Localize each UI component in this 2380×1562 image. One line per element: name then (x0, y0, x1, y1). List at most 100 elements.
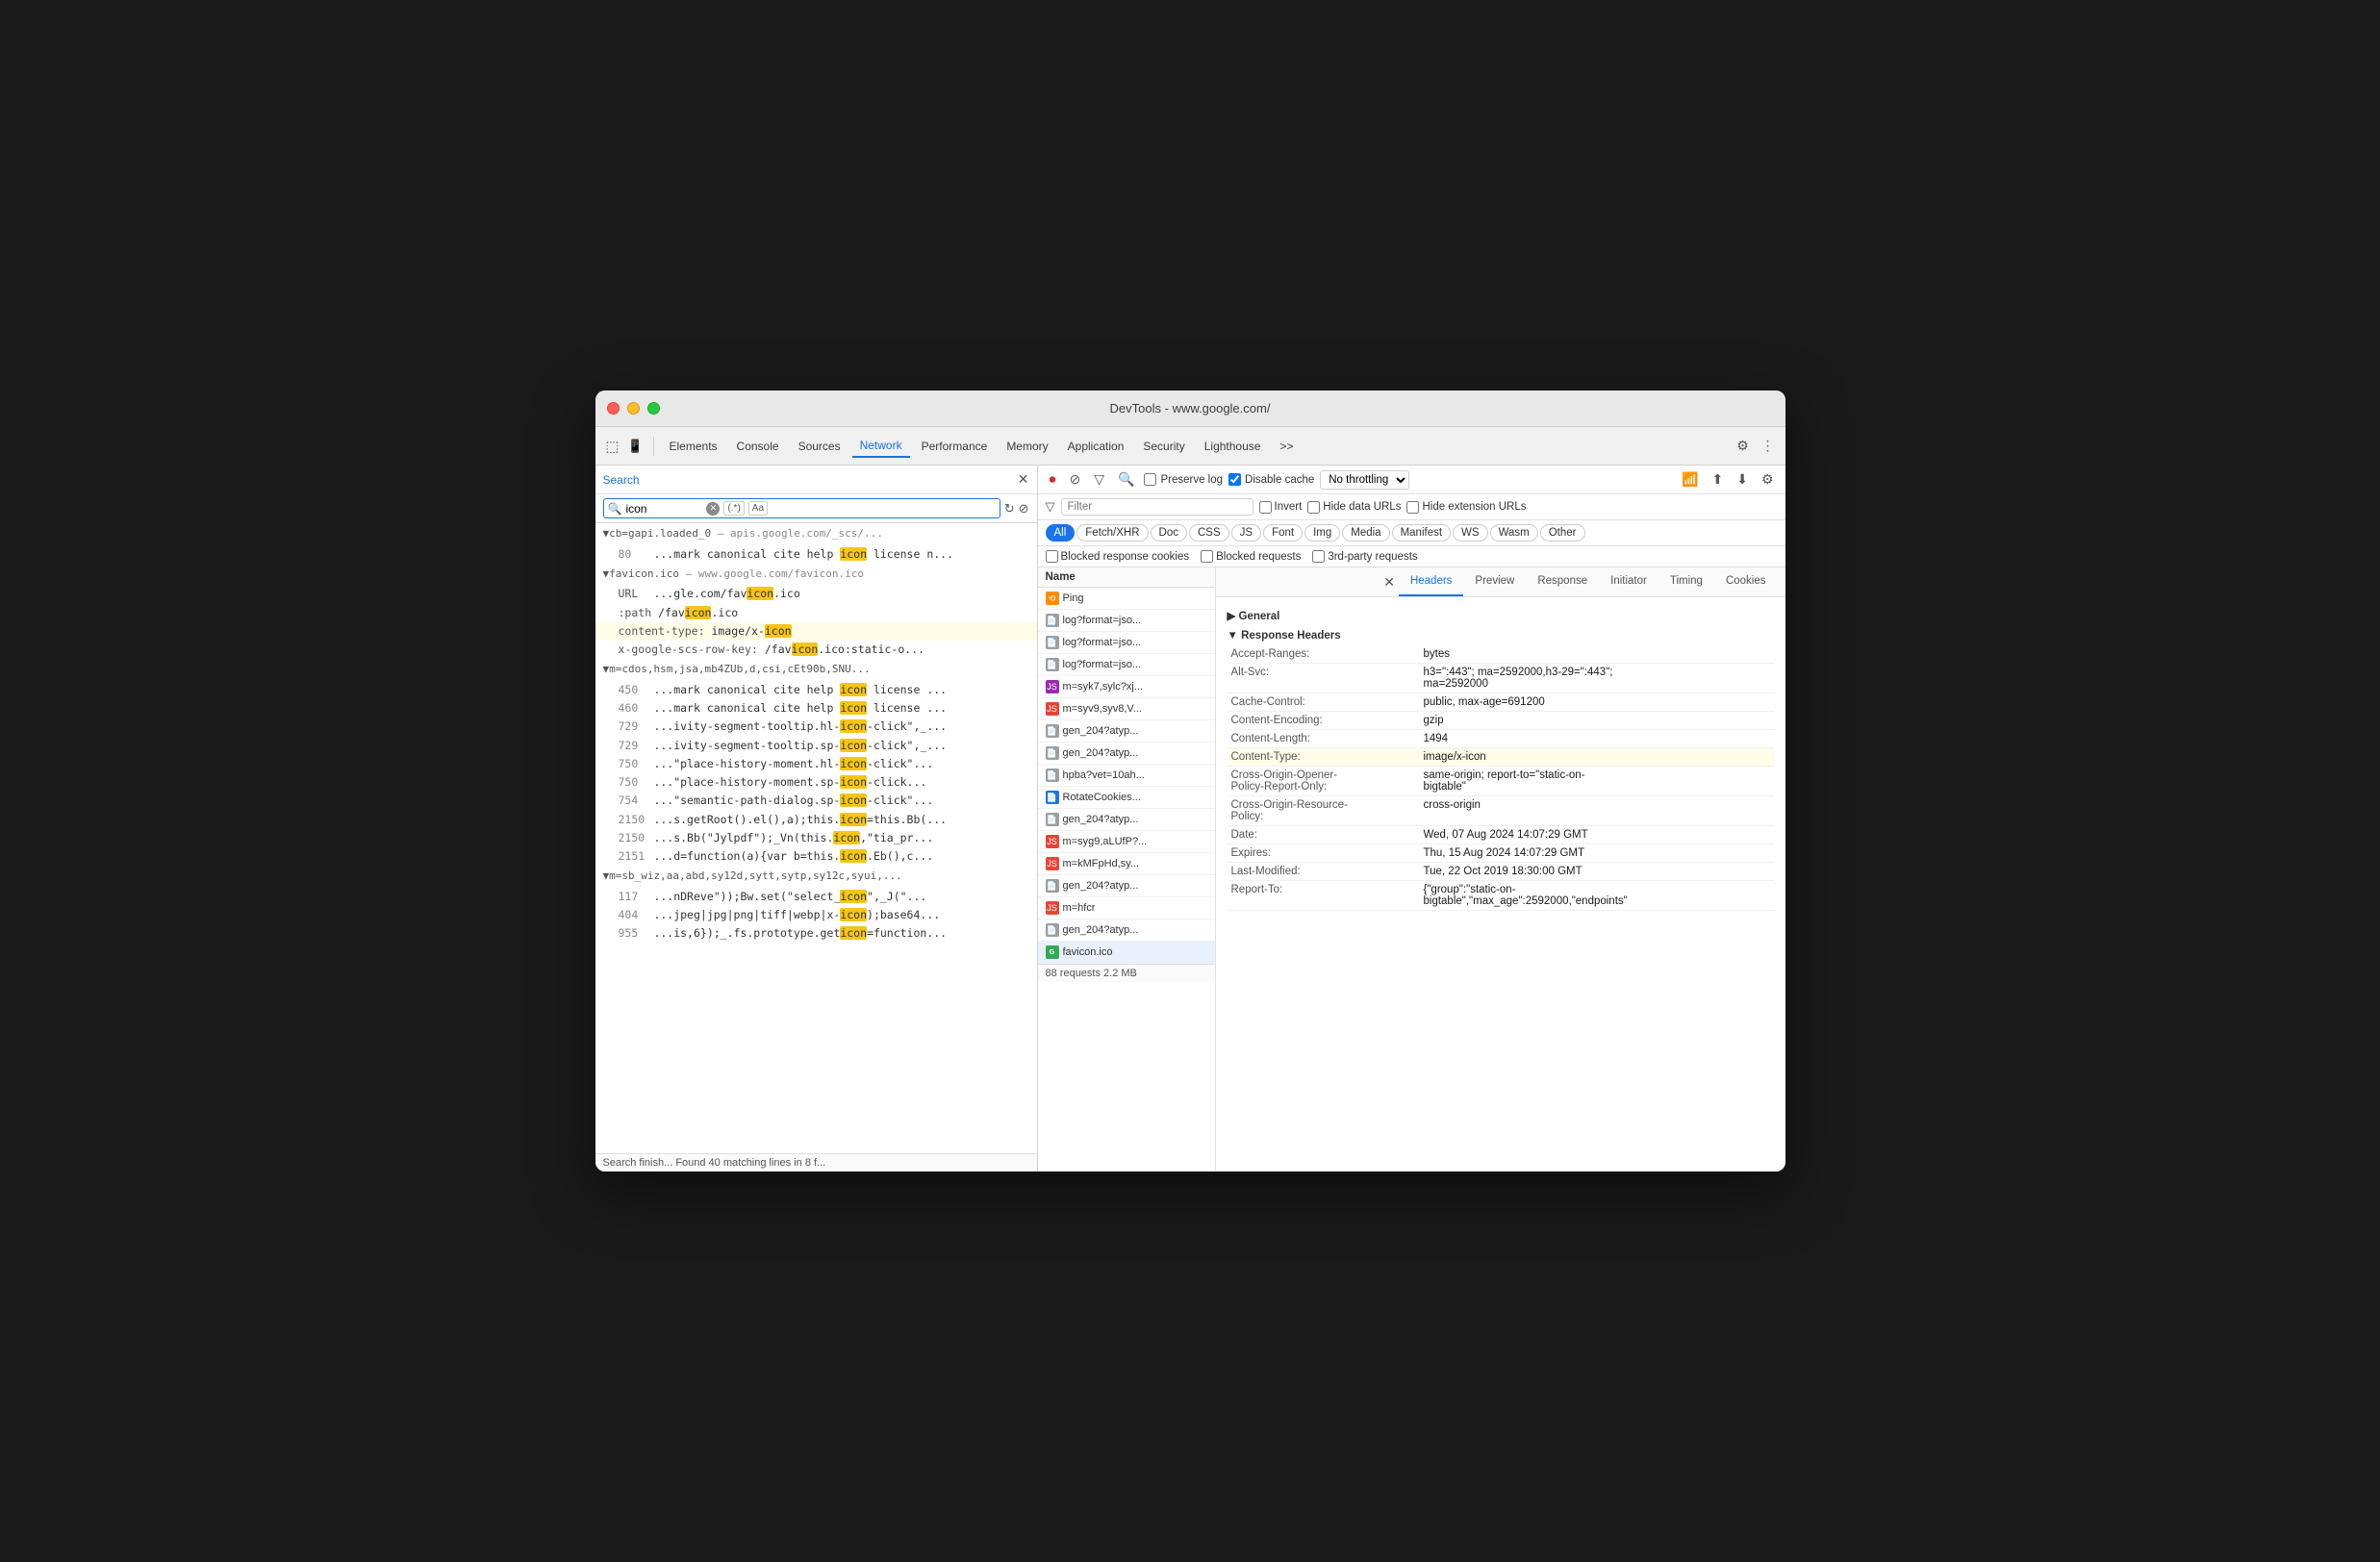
result-line[interactable]: 754 ..."semantic-path-dialog.sp-icon-cli… (595, 792, 1037, 810)
request-item-gen5[interactable]: 📄 gen_204?atyp... (1038, 920, 1215, 942)
tab-preview[interactable]: Preview (1463, 567, 1526, 596)
search-close-button[interactable]: ✕ (1018, 471, 1029, 488)
request-item-rotate[interactable]: 📄 RotateCookies... (1038, 787, 1215, 809)
filter-icon[interactable]: ▽ (1090, 469, 1108, 490)
result-line[interactable]: 80 ...mark canonical cite help icon lice… (595, 545, 1037, 564)
result-line[interactable]: 750 ..."place-history-moment.sp-icon-cli… (595, 773, 1037, 792)
hide-ext-urls-input[interactable] (1406, 501, 1419, 514)
blocked-cookies-input[interactable] (1046, 550, 1058, 563)
third-party-input[interactable] (1312, 550, 1325, 563)
case-button[interactable]: Aa (748, 501, 768, 516)
blocked-requests-checkbox[interactable]: Blocked requests (1201, 550, 1301, 563)
type-tab-all[interactable]: All (1046, 524, 1076, 542)
clear-button[interactable]: ⊘ (1066, 469, 1085, 490)
tab-memory[interactable]: Memory (999, 436, 1055, 457)
result-line[interactable]: 729 ...ivity-segment-tooltip.sp-icon-cli… (595, 737, 1037, 755)
filter-input[interactable] (1061, 498, 1253, 516)
request-item-mhfcr[interactable]: JS m=hfcr (1038, 897, 1215, 920)
tab-sources[interactable]: Sources (791, 436, 848, 457)
request-item-log2[interactable]: 📄 log?format=jso... (1038, 632, 1215, 654)
throttle-select[interactable]: No throttling (1320, 470, 1409, 490)
request-item-gen1[interactable]: 📄 gen_204?atyp... (1038, 720, 1215, 743)
result-line[interactable]: 729 ...ivity-segment-tooltip.hl-icon-cli… (595, 718, 1037, 736)
close-button[interactable] (607, 402, 620, 415)
maximize-button[interactable] (647, 402, 660, 415)
tab-console[interactable]: Console (729, 436, 787, 457)
request-item-gen3[interactable]: 📄 gen_204?atyp... (1038, 809, 1215, 831)
record-button[interactable]: ⏺ (1046, 469, 1060, 490)
request-item-favicon[interactable]: G favicon.ico (1038, 942, 1215, 964)
result-line-highlighted[interactable]: content-type: image/x-icon (595, 622, 1037, 641)
type-tab-font[interactable]: Font (1263, 524, 1303, 542)
request-item-log3[interactable]: 📄 log?format=jso... (1038, 654, 1215, 676)
third-party-checkbox[interactable]: 3rd-party requests (1312, 550, 1417, 563)
type-tab-img[interactable]: Img (1304, 524, 1340, 542)
result-line[interactable]: 2150 ...s.Bb("Jylpdf");_Vn(this.icon,"ti… (595, 829, 1037, 847)
invert-input[interactable] (1259, 501, 1272, 514)
result-line[interactable]: 750 ..."place-history-moment.hl-icon-cli… (595, 755, 1037, 773)
general-section[interactable]: ▶ General (1228, 605, 1774, 626)
result-line[interactable]: 2151 ...d=function(a){var b=this.icon.Eb… (595, 847, 1037, 866)
request-item-hpba[interactable]: 📄 hpba?vet=10ah... (1038, 765, 1215, 787)
result-line[interactable]: :path /favicon.ico (595, 604, 1037, 622)
tab-elements[interactable]: Elements (662, 436, 725, 457)
tab-cookies[interactable]: Cookies (1714, 567, 1778, 596)
type-tab-manifest[interactable]: Manifest (1392, 524, 1451, 542)
preserve-log-input[interactable] (1144, 473, 1156, 486)
request-item-m-syv9[interactable]: JS m=syv9,syv8,V... (1038, 698, 1215, 720)
disable-cache-input[interactable] (1228, 473, 1241, 486)
search-input-box[interactable]: 🔍 ✕ (.*) Aa (603, 498, 1000, 518)
tab-application[interactable]: Application (1060, 436, 1132, 457)
result-line[interactable]: 460 ...mark canonical cite help icon lic… (595, 699, 1037, 718)
upload-icon[interactable]: ⬆ (1708, 469, 1727, 490)
search-network-button[interactable]: 🔍 (1114, 469, 1138, 490)
hide-data-urls-checkbox[interactable]: Hide data URLs (1307, 501, 1401, 514)
hide-ext-urls-checkbox[interactable]: Hide extension URLs (1406, 501, 1526, 514)
disable-cache-checkbox[interactable]: Disable cache (1228, 473, 1314, 486)
request-item-gen4[interactable]: 📄 gen_204?atyp... (1038, 875, 1215, 897)
type-tab-css[interactable]: CSS (1189, 524, 1229, 542)
tab-lighthouse[interactable]: Lighthouse (1197, 436, 1269, 457)
tab-headers[interactable]: Headers (1399, 567, 1463, 596)
tab-network[interactable]: Network (852, 435, 910, 458)
result-line[interactable]: 955 ...is,6});_.fs.prototype.geticon=fun… (595, 924, 1037, 943)
result-line[interactable]: 404 ...jpeg|jpg|png|tiff|webp|x-icon);ba… (595, 906, 1037, 924)
search-input[interactable] (625, 502, 702, 516)
request-item-ping[interactable]: ⟲ Ping (1038, 588, 1215, 610)
more-tabs-button[interactable]: >> (1272, 436, 1301, 457)
minimize-button[interactable] (627, 402, 640, 415)
search-clear-all-button[interactable]: ⊘ (1019, 501, 1029, 516)
menu-icon[interactable]: ⋮ (1759, 437, 1778, 456)
search-clear-button[interactable]: ✕ (706, 502, 720, 516)
result-line[interactable]: 450 ...mark canonical cite help icon lic… (595, 681, 1037, 699)
preserve-log-checkbox[interactable]: Preserve log (1144, 473, 1223, 486)
request-item-gen2[interactable]: 📄 gen_204?atyp... (1038, 743, 1215, 765)
type-tab-ws[interactable]: WS (1453, 524, 1488, 542)
search-refresh-button[interactable]: ↻ (1004, 501, 1015, 516)
tab-initiator[interactable]: Initiator (1599, 567, 1658, 596)
request-item-m-syg9[interactable]: JS m=syg9,aLUfP?... (1038, 831, 1215, 853)
wifi-icon[interactable]: 📶 (1678, 469, 1702, 490)
tab-performance[interactable]: Performance (914, 436, 996, 457)
type-tab-doc[interactable]: Doc (1151, 524, 1187, 542)
type-tab-other[interactable]: Other (1540, 524, 1585, 542)
detail-close-button[interactable]: ✕ (1380, 570, 1399, 594)
type-tab-fetch[interactable]: Fetch/XHR (1076, 524, 1148, 542)
type-tab-wasm[interactable]: Wasm (1490, 524, 1538, 542)
result-line[interactable]: x-google-scs-row-key: /favicon.ico:stati… (595, 641, 1037, 659)
request-item-m-syk7[interactable]: JS m=syk7,sylc?xj... (1038, 676, 1215, 698)
hide-data-urls-input[interactable] (1307, 501, 1320, 514)
result-line[interactable]: 117 ...nDReve"));Bw.set("select_icon",_J… (595, 888, 1037, 906)
download-icon[interactable]: ⬇ (1733, 469, 1752, 490)
request-item-log1[interactable]: 📄 log?format=jso... (1038, 610, 1215, 632)
request-item-m-kmf[interactable]: JS m=kMFpHd,sy... (1038, 853, 1215, 875)
inspect-icon[interactable]: ⬚ (603, 437, 622, 456)
device-icon[interactable]: 📱 (626, 437, 646, 456)
blocked-cookies-checkbox[interactable]: Blocked response cookies (1046, 550, 1190, 563)
result-line[interactable]: URL ...gle.com/favicon.ico (595, 585, 1037, 603)
tab-timing[interactable]: Timing (1658, 567, 1714, 596)
type-tab-js[interactable]: JS (1231, 524, 1261, 542)
type-tab-media[interactable]: Media (1342, 524, 1389, 542)
result-line[interactable]: 2150 ...s.getRoot().el(),a);this.icon=th… (595, 811, 1037, 829)
tab-security[interactable]: Security (1135, 436, 1192, 457)
